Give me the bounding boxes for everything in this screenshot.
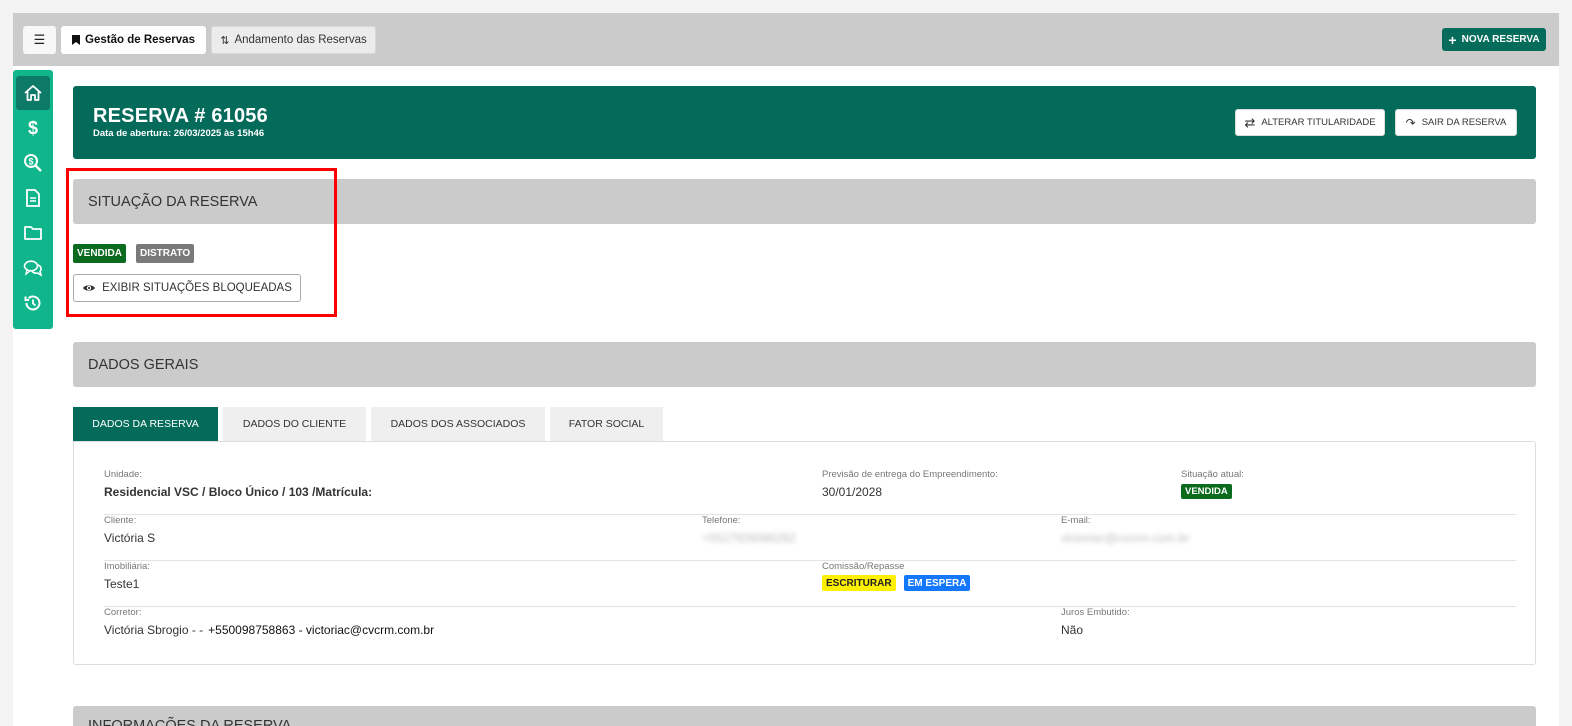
cliente-field: Cliente: Victória S — [104, 515, 155, 545]
app-window: ☰ Gestão de Reservas ⇅ Andamento das Res… — [13, 13, 1559, 726]
sidebar-item-home[interactable] — [16, 76, 50, 110]
svg-text:$: $ — [28, 118, 38, 138]
sidebar-item-pastas[interactable] — [16, 216, 50, 250]
tab-dados-reserva[interactable]: DADOS DA RESERVA — [73, 407, 218, 441]
situacao-badges: VENDIDA DISTRATO — [73, 244, 195, 263]
tab-fator-social[interactable]: FATOR SOCIAL — [550, 407, 663, 441]
previsao-value: 30/01/2028 — [822, 485, 883, 499]
alterar-titularidade-label: ALTERAR TITULARIDADE — [1261, 117, 1376, 128]
exibir-situacoes-label: EXIBIR SITUAÇÕES BLOQUEADAS — [102, 282, 292, 294]
info-row: Cliente: Victória S Telefone: +552792608… — [104, 515, 1516, 561]
cliente-label: Cliente: — [104, 515, 137, 526]
sidebar-item-mensagens[interactable] — [16, 251, 50, 285]
tab-dados-associados[interactable]: DADOS DOS ASSOCIADOS — [371, 407, 545, 441]
previsao-field: Previsão de entrega do Empreendimento: 3… — [822, 469, 998, 499]
home-icon — [24, 85, 42, 101]
juros-label: Juros Embutido: — [1061, 607, 1130, 618]
sort-icon: ⇅ — [220, 34, 230, 47]
nova-reserva-label: NOVA RESERVA — [1461, 34, 1540, 45]
dados-reserva-panel: Unidade: Residencial VSC / Bloco Único /… — [73, 441, 1536, 665]
opening-date: Data de abertura: 26/03/2025 às 15h46 — [93, 128, 265, 139]
top-bar: ☰ Gestão de Reservas ⇅ Andamento das Res… — [13, 13, 1559, 66]
folder-icon — [24, 226, 42, 240]
sidebar-item-historico[interactable] — [16, 286, 50, 320]
informacoes-section-title: INFORMAÇÕES DA RESERVA — [88, 718, 292, 726]
juros-value: Não — [1061, 623, 1084, 637]
info-row: Unidade: Residencial VSC / Bloco Único /… — [104, 469, 1516, 515]
unidade-label: Unidade: — [104, 469, 143, 480]
document-icon — [26, 189, 40, 207]
unidade-field: Unidade: Residencial VSC / Bloco Único /… — [104, 469, 372, 499]
sidebar-item-documentos[interactable] — [16, 181, 50, 215]
imobiliaria-label: Imobiliária: — [104, 561, 150, 572]
comments-icon — [23, 260, 43, 277]
tab-dados-cliente[interactable]: DADOS DO CLIENTE — [223, 407, 366, 441]
corretor-label: Corretor: — [104, 607, 142, 618]
share-arrow-icon: ↷ — [1405, 115, 1416, 130]
unidade-value: Residencial VSC / Bloco Único / 103 /Mat… — [104, 485, 373, 499]
exchange-icon: ⇄ — [1244, 114, 1256, 130]
corretor-field: Corretor: Victória Sbrogio - - +55009875… — [104, 607, 434, 637]
imobiliaria-field: Imobiliária: Teste1 — [104, 561, 150, 591]
telefone-field: Telefone: +5527926086282 — [702, 515, 796, 545]
situacao-section-title: SITUAÇÃO DA RESERVA — [88, 193, 258, 210]
status-badge-vendida[interactable]: VENDIDA — [73, 244, 127, 263]
sair-reserva-label: SAIR DA RESERVA — [1421, 117, 1507, 128]
hamburger-icon: ☰ — [33, 32, 46, 47]
situacao-section-header: SITUAÇÃO DA RESERVA — [73, 179, 1536, 224]
dollar-icon: $ — [28, 118, 38, 138]
sidebar-item-financeiro[interactable]: $ — [16, 111, 50, 145]
dados-gerais-section-header: DADOS GERAIS — [73, 342, 1536, 387]
eye-icon — [83, 285, 96, 291]
status-badge-distrato[interactable]: DISTRATO — [136, 244, 195, 263]
corretor-contact: +550098758863 - victoriac@cvcrm.com.br — [208, 623, 435, 637]
search-dollar-icon: $ — [24, 154, 42, 172]
info-row: Imobiliária: Teste1 Comissão/Repasse ESC… — [104, 561, 1516, 607]
tab-gestao-reservas[interactable]: Gestão de Reservas — [61, 26, 206, 54]
situacao-atual-label: Situação atual: — [1181, 469, 1244, 480]
sair-reserva-button[interactable]: ↷ SAIR DA RESERVA — [1395, 109, 1517, 136]
email-field: E-mail: victoriac@cvcrm.com.br — [1061, 515, 1189, 545]
history-icon — [24, 295, 41, 311]
cliente-value: Victória S — [104, 531, 156, 545]
corretor-name: Victória Sbrogio - - — [104, 623, 204, 637]
informacoes-section-header: INFORMAÇÕES DA RESERVA — [73, 706, 1536, 726]
reservation-header-banner: RESERVA # 61056 Data de abertura: 26/03/… — [73, 86, 1536, 159]
tab-andamento-label: Andamento das Reservas — [234, 34, 367, 46]
comissao-field: Comissão/Repasse ESCRITURAR EM ESPERA — [822, 561, 971, 591]
situacao-atual-badge: VENDIDA — [1181, 484, 1232, 499]
imobiliaria-value: Teste1 — [104, 577, 140, 591]
situacao-atual-field: Situação atual: VENDIDA — [1181, 469, 1244, 499]
email-label: E-mail: — [1061, 515, 1091, 526]
tab-gestao-label: Gestão de Reservas — [85, 34, 195, 46]
page-title: RESERVA # 61056 — [93, 105, 268, 127]
info-row: Corretor: Victória Sbrogio - - +55009875… — [104, 607, 1516, 653]
sidebar: $ $ — [13, 70, 53, 329]
menu-toggle-button[interactable]: ☰ — [23, 26, 56, 54]
nova-reserva-button[interactable]: + NOVA RESERVA — [1442, 28, 1546, 51]
dados-gerais-section-title: DADOS GERAIS — [88, 356, 199, 373]
juros-field: Juros Embutido: Não — [1061, 607, 1130, 637]
dados-tabs: DADOS DA RESERVA DADOS DO CLIENTE DADOS … — [73, 407, 663, 441]
exibir-situacoes-bloqueadas-button[interactable]: EXIBIR SITUAÇÕES BLOQUEADAS — [73, 274, 301, 302]
bookmark-icon — [72, 35, 81, 45]
sidebar-item-consulta[interactable]: $ — [16, 146, 50, 180]
telefone-label: Telefone: — [702, 515, 741, 526]
previsao-label: Previsão de entrega do Empreendimento: — [822, 469, 998, 480]
email-value: victoriac@cvcrm.com.br — [1061, 531, 1190, 545]
telefone-value: +5527926086282 — [702, 531, 796, 545]
plus-icon: + — [1448, 31, 1457, 48]
svg-text:$: $ — [28, 157, 33, 167]
comissao-badge-escriturar: ESCRITURAR — [822, 575, 896, 591]
alterar-titularidade-button[interactable]: ⇄ ALTERAR TITULARIDADE — [1235, 109, 1385, 136]
tab-andamento-reservas[interactable]: ⇅ Andamento das Reservas — [211, 26, 376, 54]
comissao-label: Comissão/Repasse — [822, 561, 905, 572]
comissao-badge-em-espera: EM ESPERA — [903, 575, 971, 591]
